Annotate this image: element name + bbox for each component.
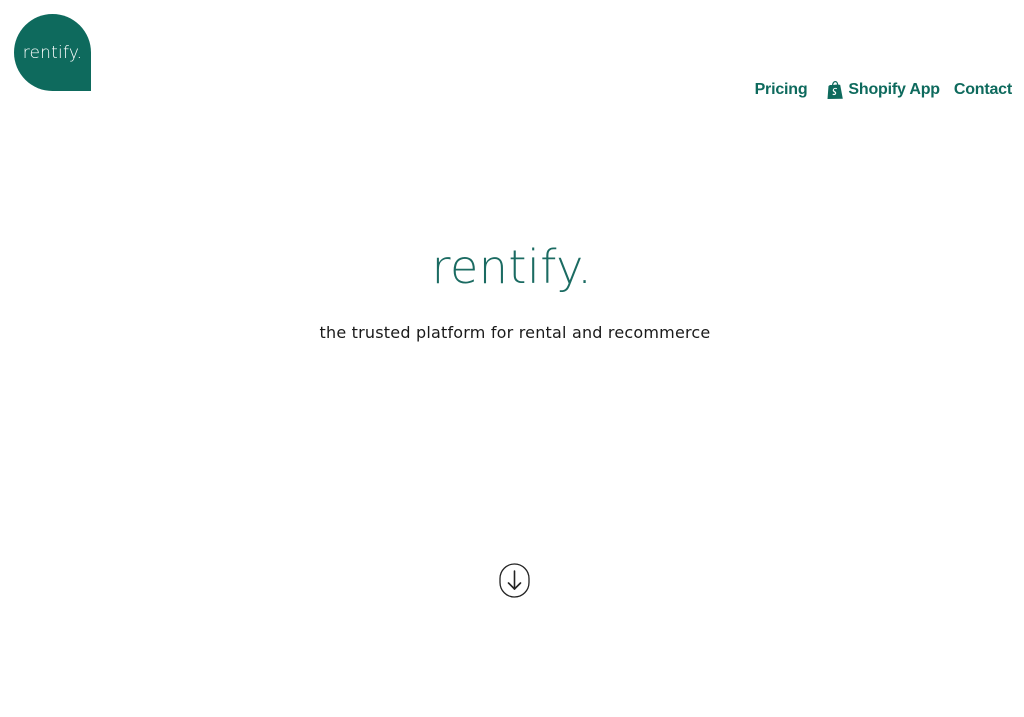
- hero-title: rentify.: [431, 240, 593, 294]
- hero-subtitle: the trusted platform for rental and reco…: [319, 323, 711, 342]
- scroll-down-button[interactable]: [499, 563, 530, 598]
- nav-shopify-app-label: Shopify App: [848, 81, 940, 98]
- nav-shopify-app-link[interactable]: Shopify App: [826, 80, 940, 100]
- nav-contact-link[interactable]: Contact: [954, 81, 1012, 99]
- logo-text: rentify.: [22, 42, 83, 63]
- logo-link[interactable]: rentify.: [14, 14, 91, 91]
- arrow-down-circle-icon: [499, 563, 530, 598]
- shopify-bag-icon: [827, 81, 844, 99]
- main-nav: Pricing Shopify App Contact: [755, 79, 1012, 101]
- nav-pricing-link[interactable]: Pricing: [755, 81, 808, 99]
- nav-contact-label: Contact: [953, 81, 1012, 98]
- nav-pricing-label: Pricing: [754, 81, 808, 98]
